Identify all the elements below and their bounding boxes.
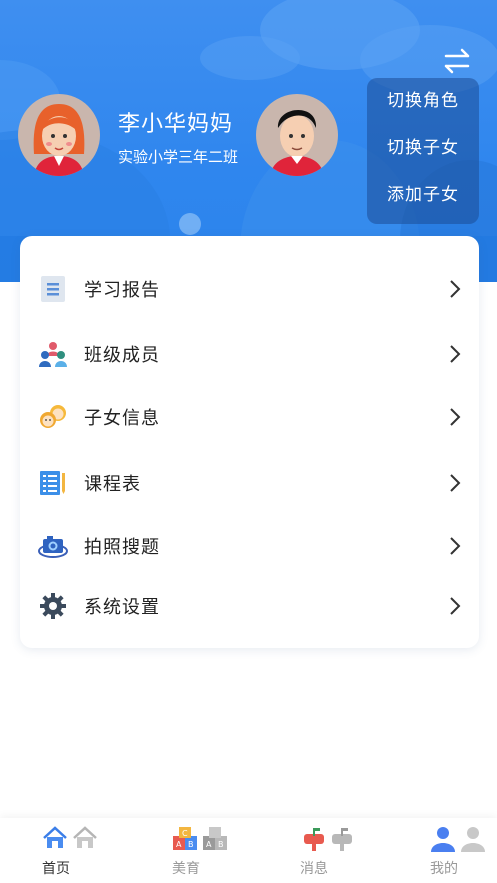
menu-item-study-report[interactable]: 学习报告 bbox=[20, 264, 479, 314]
home-icon bbox=[43, 826, 67, 848]
chevron-right-icon bbox=[450, 474, 461, 492]
menu-item-system-settings[interactable]: 系统设置 bbox=[20, 581, 479, 631]
gear-icon bbox=[38, 591, 68, 621]
menu-label: 班级成员 bbox=[84, 345, 160, 366]
menu-label: 系统设置 bbox=[84, 597, 160, 618]
add-child-item[interactable]: 添加子女 bbox=[367, 172, 479, 219]
report-icon bbox=[38, 274, 68, 304]
svg-text:A: A bbox=[206, 840, 212, 849]
menu-item-class-members[interactable]: 班级成员 bbox=[20, 329, 479, 379]
avatar-mother[interactable] bbox=[18, 94, 100, 176]
mailbox-icon bbox=[304, 828, 324, 851]
camera-icon bbox=[38, 531, 68, 561]
user-name: 李小华妈妈 bbox=[118, 112, 234, 137]
svg-text:B: B bbox=[218, 840, 224, 849]
tab-label: 消息 bbox=[300, 861, 328, 877]
menu-label: 子女信息 bbox=[84, 408, 160, 429]
tab-label: 首页 bbox=[42, 861, 70, 877]
tab-label: 我的 bbox=[430, 861, 458, 877]
avatar-father[interactable] bbox=[256, 94, 338, 176]
abc-blocks-icon: C A B bbox=[173, 827, 197, 850]
tab-mine[interactable]: 我的 bbox=[414, 818, 497, 883]
menu-item-schedule[interactable]: 课程表 bbox=[20, 458, 479, 508]
menu-item-children-info[interactable]: 子女信息 bbox=[20, 392, 479, 442]
tab-aesthetic[interactable]: C A B A B 美育 bbox=[156, 818, 252, 883]
chevron-right-icon bbox=[450, 408, 461, 426]
mailbox-outline-icon bbox=[332, 828, 352, 851]
user-outline-icon bbox=[461, 827, 485, 852]
menu-label: 拍照搜题 bbox=[84, 537, 160, 558]
svg-text:A: A bbox=[176, 840, 182, 849]
menu-item-photo-search[interactable]: 拍照搜题 bbox=[20, 521, 479, 571]
menu-label: 学习报告 bbox=[84, 280, 160, 301]
chevron-right-icon bbox=[450, 597, 461, 615]
tab-label: 美育 bbox=[172, 861, 200, 877]
abc-blocks-outline-icon: A B bbox=[203, 827, 227, 850]
home-outline-icon bbox=[73, 826, 97, 848]
chevron-right-icon bbox=[450, 537, 461, 555]
user-class: 实验小学三年二班 bbox=[118, 148, 239, 166]
bottom-tab-bar: 首页 C A B A B 美育 消息 我的 bbox=[0, 818, 497, 883]
tab-home[interactable]: 首页 bbox=[26, 818, 122, 883]
user-icon bbox=[431, 827, 455, 852]
chevron-right-icon bbox=[450, 280, 461, 298]
menu-card: 学习报告 班级成员 子女信息 课程表 拍照搜题 系统设置 bbox=[20, 236, 479, 648]
tab-messages[interactable]: 消息 bbox=[284, 818, 380, 883]
swap-icon[interactable] bbox=[440, 46, 474, 76]
svg-text:B: B bbox=[188, 840, 194, 849]
switch-role-item[interactable]: 切换角色 bbox=[367, 78, 479, 125]
schedule-icon bbox=[38, 468, 68, 498]
class-members-icon bbox=[38, 339, 68, 369]
children-info-icon bbox=[38, 402, 68, 432]
svg-text:C: C bbox=[182, 829, 188, 838]
menu-label: 课程表 bbox=[84, 474, 141, 495]
chevron-right-icon bbox=[450, 345, 461, 363]
switch-menu-popup: 切换角色 切换子女 添加子女 bbox=[367, 78, 479, 224]
switch-child-item[interactable]: 切换子女 bbox=[367, 125, 479, 172]
